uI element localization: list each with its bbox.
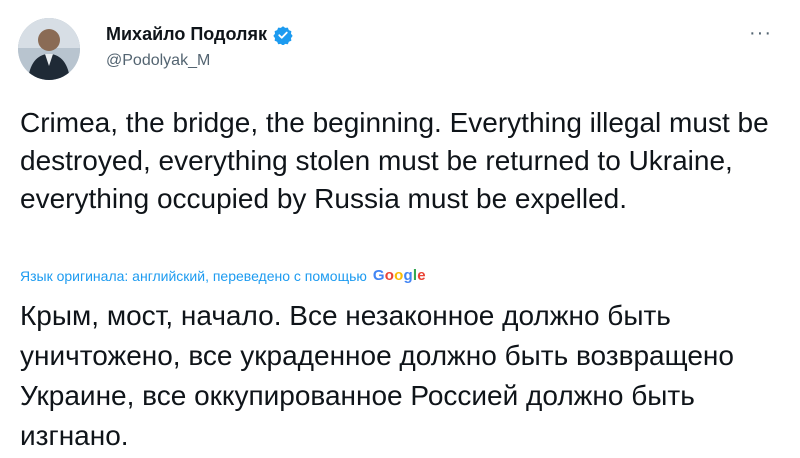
more-options-button[interactable]: ··· bbox=[749, 22, 772, 45]
tweet-text-translated: Крым, мост, начало. Все незаконное должн… bbox=[20, 300, 734, 451]
author-handle[interactable]: @Podolyak_M bbox=[106, 52, 210, 70]
tweet-text-original: Crimea, the bridge, the beginning. Every… bbox=[20, 107, 769, 214]
author-name-row: Михайло Подоляк bbox=[106, 24, 293, 45]
display-name[interactable]: Михайло Подоляк bbox=[106, 24, 267, 45]
tweet-card: Михайло Подоляк @Podolyak_M ··· Crimea, … bbox=[0, 0, 800, 458]
translation-attribution[interactable]: Язык оригинала: английский, переведено с… bbox=[20, 267, 426, 284]
translation-note: Язык оригинала: английский, переведено с… bbox=[20, 267, 367, 284]
google-logo-icon: Google bbox=[372, 267, 426, 284]
avatar[interactable] bbox=[18, 18, 80, 80]
verified-badge-icon bbox=[273, 25, 293, 45]
avatar-photo-icon bbox=[18, 18, 80, 80]
